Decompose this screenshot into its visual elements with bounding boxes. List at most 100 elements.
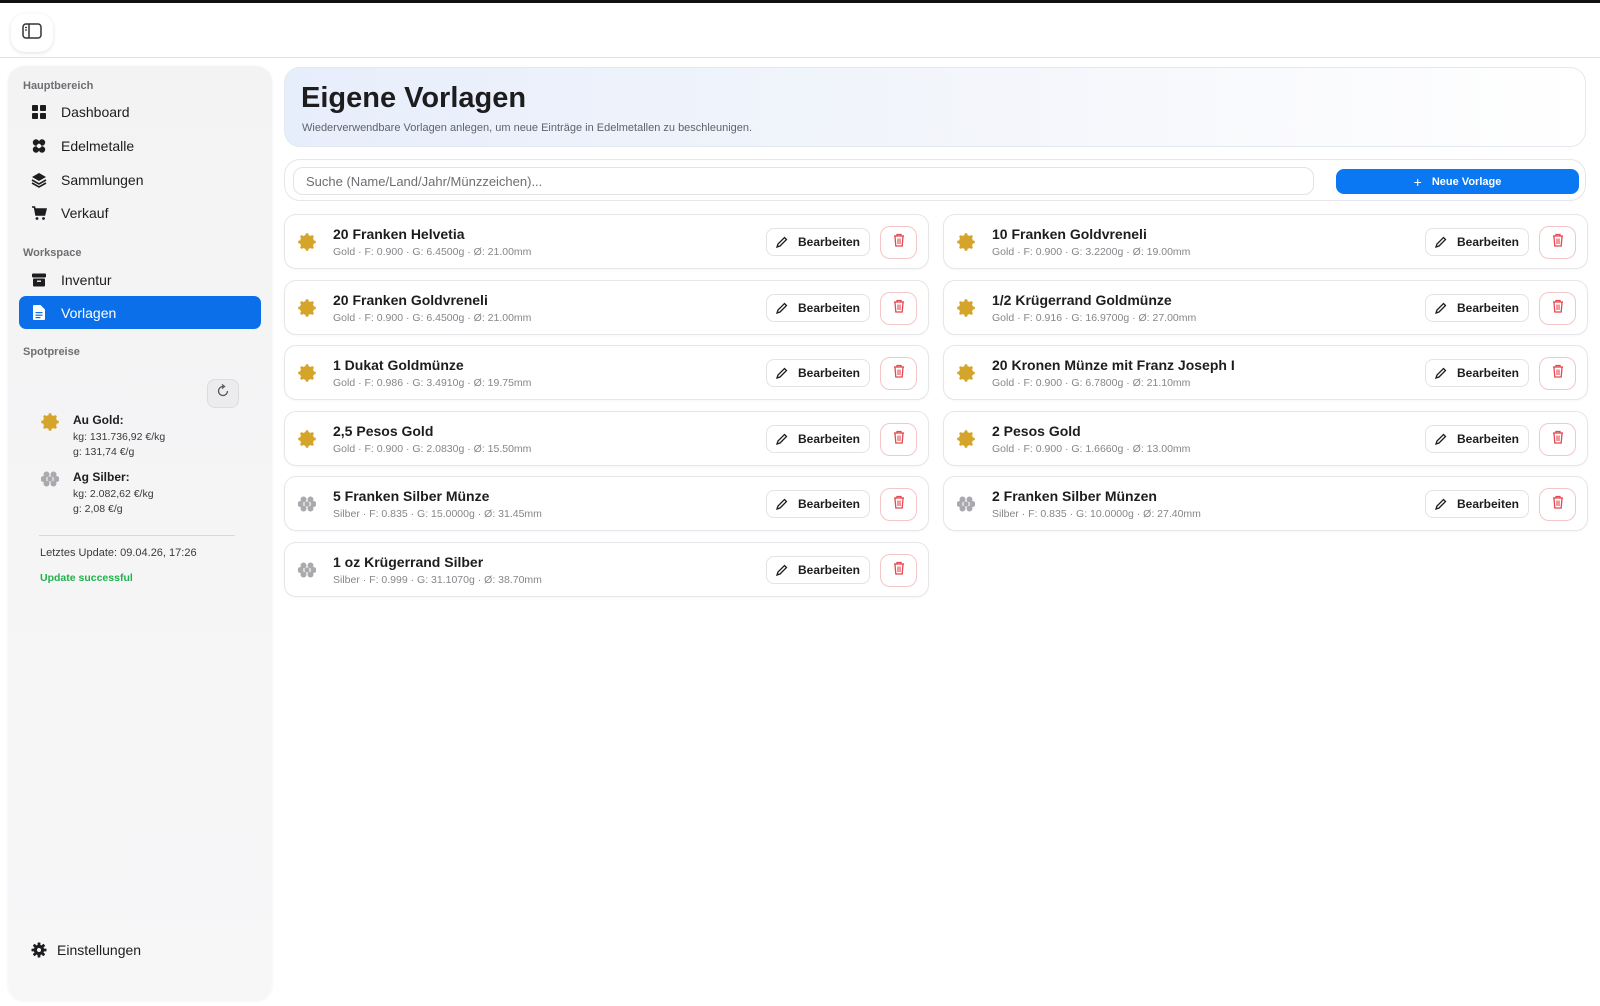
template-title: 20 Kronen Münze mit Franz Joseph I [992,357,1235,373]
pencil-icon [775,498,788,510]
page-header: Eigene Vorlagen Wiederverwendbare Vorlag… [284,67,1586,147]
template-card[interactable]: 5 Franken Silber Münze Silber · F: 0.835 … [284,476,929,531]
trash-icon [1552,233,1564,252]
delete-button[interactable] [1539,291,1576,325]
sidebar: Hauptbereich Dashboard Edelmetalle Samml… [8,66,272,1000]
delete-button[interactable] [1539,357,1576,390]
edit-button[interactable]: Bearbeiten [766,555,870,584]
template-card[interactable]: 2 Franken Silber Münzen Silber · F: 0.835… [943,476,1588,531]
grid-icon [31,104,47,120]
template-details: Silber · F: 0.835 · G: 15.0000g · Ø: 31.… [333,508,542,520]
template-title: 10 Franken Goldvreneli [992,226,1147,242]
edit-button[interactable]: Bearbeiten [766,424,870,453]
spot-name: Au Gold: [73,413,124,427]
sidebar-item-edelmetalle[interactable]: Edelmetalle [19,129,261,162]
pencil-icon [1434,367,1447,379]
edit-button[interactable]: Bearbeiten [766,359,870,387]
silver-coin-icon [40,470,60,493]
template-title: 1 Dukat Goldmünze [333,357,464,373]
search-input[interactable] [293,167,1314,195]
refresh-icon [216,383,230,403]
edit-button[interactable]: Bearbeiten [1425,359,1529,387]
sidebar-item-label: Inventur [61,271,112,288]
new-template-button[interactable]: + Neue Vorlage [1336,169,1579,194]
template-details: Silber · F: 0.999 · G: 31.1070g · Ø: 38.… [333,573,542,586]
template-title: 1 oz Krügerrand Silber [333,553,484,570]
delete-button[interactable] [880,488,917,521]
delete-button[interactable] [880,422,917,456]
spot-name: Ag Silber: [73,470,130,484]
edit-button[interactable]: Bearbeiten [766,228,870,256]
sidebar-item-vorlagen[interactable]: Vorlagen [19,296,261,329]
template-title: 2 Franken Silber Münzen [992,488,1157,504]
sidebar-toggle-button[interactable] [11,14,53,52]
trash-icon [1552,299,1564,318]
delete-button[interactable] [880,357,917,390]
edit-label: Bearbeiten [1456,300,1520,315]
delete-button[interactable] [1539,488,1576,521]
delete-button[interactable] [880,291,917,325]
sidebar-item-label: Edelmetalle [61,137,135,154]
edit-label: Bearbeiten [1456,497,1520,511]
edit-button[interactable]: Bearbeiten [1425,228,1529,256]
template-details: Silber · F: 0.835 · G: 10.0000g · Ø: 27.… [992,508,1201,520]
template-title: 2,5 Pesos Gold [333,422,434,439]
template-card[interactable]: 1 Dukat Goldmünze Gold · F: 0.986 · G: 3.… [284,345,929,400]
delete-button[interactable] [880,553,917,587]
trash-icon [893,430,905,449]
pencil-icon [1434,498,1447,510]
delete-button[interactable] [880,226,917,259]
document-icon [31,305,47,321]
sidebar-item-verkauf[interactable]: Verkauf [19,196,261,229]
pencil-icon [1434,433,1447,445]
template-details: Gold · F: 0.900 · G: 1.6660g · Ø: 13.00m… [992,442,1191,455]
template-card[interactable]: 10 Franken Goldvreneli Gold · F: 0.900 · … [943,214,1588,269]
spot-kg-price: kg: 131.736,92 €/kg [73,431,166,443]
template-details: Gold · F: 0.900 · G: 2.0830g · Ø: 15.50m… [333,442,532,455]
edit-button[interactable]: Bearbeiten [1425,293,1529,322]
spot-g-price: g: 2,08 €/g [73,503,123,515]
section-title-spot: Spotpreise [23,346,80,358]
pencil-icon [1434,236,1447,248]
template-card[interactable]: 20 Franken Goldvreneli Gold · F: 0.900 · … [284,279,929,335]
sidebar-item-dashboard[interactable]: Dashboard [19,95,261,128]
delete-button[interactable] [1539,226,1576,259]
edit-button[interactable]: Bearbeiten [1425,424,1529,453]
archive-icon [31,272,47,288]
settings-label: Einstellungen [57,942,142,958]
cart-icon [31,205,47,221]
template-card[interactable]: 2,5 Pesos Gold Gold · F: 0.900 · G: 2.083… [284,410,929,466]
gold-coin-icon [957,233,975,256]
update-status: Update successful [40,572,133,584]
pencil-icon [775,433,788,445]
pencil-icon [1434,302,1447,314]
last-update-text: Letztes Update: 09.04.26, 17:26 [40,547,197,559]
template-card[interactable]: 20 Kronen Münze mit Franz Joseph I Gold ·… [943,345,1588,400]
template-title: 2 Pesos Gold [992,422,1081,439]
edit-button[interactable]: Bearbeiten [1425,490,1529,518]
template-card[interactable]: 1 oz Krügerrand Silber Silber · F: 0.999 … [284,541,929,597]
template-card[interactable]: 1/2 Krügerrand Goldmünze Gold · F: 0.916 … [943,279,1588,335]
edit-button[interactable]: Bearbeiten [766,490,870,518]
gold-coin-icon [298,364,316,387]
sidebar-item-label: Vorlagen [61,304,117,321]
edit-button[interactable]: Bearbeiten [766,293,870,322]
settings-button[interactable]: Einstellungen [31,942,141,958]
template-title: 20 Franken Goldvreneli [333,291,488,308]
sidebar-item-inventur[interactable]: Inventur [19,263,261,296]
delete-button[interactable] [1539,422,1576,456]
sidebar-item-sammlungen[interactable]: Sammlungen [19,163,261,196]
section-title-workspace: Workspace [23,247,82,259]
sidebar-item-label: Verkauf [61,204,109,221]
edit-label: Bearbeiten [797,235,861,249]
gold-coin-icon [957,364,975,387]
pencil-icon [775,564,788,576]
toolbar: + Neue Vorlage [284,159,1586,201]
gold-coin-icon [41,413,59,436]
template-card[interactable]: 2 Pesos Gold Gold · F: 0.900 · G: 1.6660g… [943,410,1588,466]
layers-icon [31,172,47,188]
refresh-button[interactable] [207,379,239,408]
title-bar [0,3,1600,58]
trash-icon [893,364,905,383]
template-card[interactable]: 20 Franken Helvetia Gold · F: 0.900 · G: … [284,214,929,269]
